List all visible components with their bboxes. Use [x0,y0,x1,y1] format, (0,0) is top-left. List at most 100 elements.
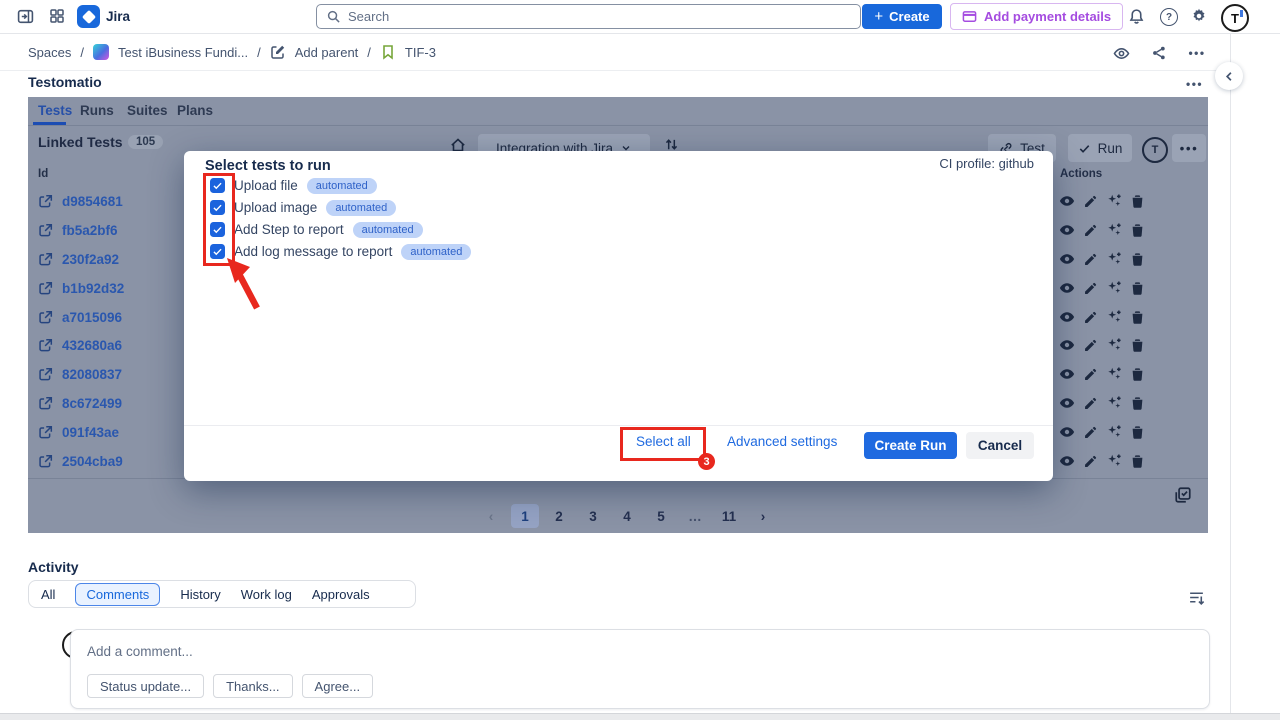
comment-box[interactable]: Add a comment... Status update... Thanks… [70,629,1210,709]
breadcrumb-spaces[interactable]: Spaces [28,45,71,60]
edit-pencil-icon[interactable] [1083,281,1098,296]
table-row[interactable]: a7015096 [38,310,122,325]
ai-sparkles-icon[interactable] [1106,193,1122,209]
page-more-icon[interactable]: ••• [1184,41,1210,65]
delete-trash-icon[interactable] [1130,310,1145,325]
add-payment-details-button[interactable]: Add payment details [950,3,1123,30]
search-input[interactable]: Search [316,4,861,29]
tab-tests[interactable]: Tests [38,103,72,118]
view-eye-icon[interactable] [1059,251,1075,267]
quick-reply-agree[interactable]: Agree... [302,674,374,698]
breadcrumb-add-parent[interactable]: Add parent [295,45,359,60]
tab-plans[interactable]: Plans [177,103,213,118]
table-row[interactable]: d9854681 [38,194,123,209]
view-eye-icon[interactable] [1059,424,1075,440]
table-row[interactable]: 091f43ae [38,425,119,440]
breadcrumb-issue[interactable]: TIF-3 [405,45,436,60]
cancel-button[interactable]: Cancel [966,432,1034,459]
view-eye-icon[interactable] [1059,193,1075,209]
pagination-prev-icon[interactable]: ‹ [477,504,505,528]
table-row[interactable]: 2504cba9 [38,454,123,469]
quick-reply-status-update[interactable]: Status update... [87,674,204,698]
view-eye-icon[interactable] [1059,366,1075,382]
table-row[interactable]: fb5a2bf6 [38,223,118,238]
ai-sparkles-icon[interactable] [1106,280,1122,296]
view-eye-icon[interactable] [1059,222,1075,238]
delete-trash-icon[interactable] [1130,223,1145,238]
tab-runs[interactable]: Runs [80,103,114,118]
edit-pencil-icon[interactable] [1083,425,1098,440]
run-button[interactable]: Run [1068,134,1132,162]
sort-icon[interactable] [664,137,679,152]
edit-pencil-icon[interactable] [1083,252,1098,267]
pagination-page-11[interactable]: 11 [715,504,743,528]
pagination-page-5[interactable]: 5 [647,504,675,528]
view-eye-icon[interactable] [1059,453,1075,469]
breadcrumb-project[interactable]: Test iBusiness Fundi... [118,45,248,60]
create-button[interactable]: + Create [862,4,942,29]
edit-pencil-icon[interactable] [1083,367,1098,382]
ai-sparkles-icon[interactable] [1106,337,1122,353]
pagination-page-3[interactable]: 3 [579,504,607,528]
ai-sparkles-icon[interactable] [1106,453,1122,469]
activity-tab-all[interactable]: All [41,587,55,602]
delete-trash-icon[interactable] [1130,367,1145,382]
edit-pencil-icon[interactable] [1083,396,1098,411]
ai-sparkles-icon[interactable] [1106,251,1122,267]
activity-tab-comments[interactable]: Comments [75,583,160,606]
collapse-right-panel-button[interactable] [1215,62,1243,90]
select-all-link[interactable]: Select all [636,434,691,449]
watch-eye-icon[interactable] [1108,41,1134,65]
table-row[interactable]: 230f2a92 [38,252,119,267]
testomat-logo-icon[interactable]: T [1142,137,1168,163]
activity-tab-approvals[interactable]: Approvals [312,587,370,602]
advanced-settings-link[interactable]: Advanced settings [727,434,837,449]
activity-tab-worklog[interactable]: Work log [241,587,292,602]
settings-gear-icon[interactable] [1191,8,1207,24]
help-icon[interactable]: ? [1160,8,1178,26]
delete-trash-icon[interactable] [1130,281,1145,296]
app-switcher-icon[interactable] [49,8,65,24]
jira-logo[interactable] [77,5,100,28]
panel-more-icon[interactable]: ••• [1172,134,1206,162]
activity-sort-icon[interactable] [1188,589,1205,606]
delete-trash-icon[interactable] [1130,396,1145,411]
delete-trash-icon[interactable] [1130,252,1145,267]
table-row[interactable]: 432680a6 [38,338,122,353]
ai-sparkles-icon[interactable] [1106,222,1122,238]
ai-sparkles-icon[interactable] [1106,309,1122,325]
edit-pencil-icon[interactable] [1083,310,1098,325]
user-avatar[interactable]: T [1221,4,1249,32]
ai-sparkles-icon[interactable] [1106,424,1122,440]
tab-suites[interactable]: Suites [127,103,168,118]
edit-pencil-icon[interactable] [1083,223,1098,238]
sidebar-toggle-icon[interactable] [17,8,34,25]
table-row[interactable]: 8c672499 [38,396,122,411]
pagination-page-1[interactable]: 1 [511,504,539,528]
view-eye-icon[interactable] [1059,337,1075,353]
pagination-page-4[interactable]: 4 [613,504,641,528]
delete-trash-icon[interactable] [1130,338,1145,353]
ai-sparkles-icon[interactable] [1106,366,1122,382]
create-run-button[interactable]: Create Run [864,432,957,459]
pagination-page-2[interactable]: 2 [545,504,573,528]
pagination-next-icon[interactable]: › [749,504,777,528]
view-eye-icon[interactable] [1059,309,1075,325]
delete-trash-icon[interactable] [1130,425,1145,440]
table-row[interactable]: b1b92d32 [38,281,124,296]
edit-pencil-icon[interactable] [1083,454,1098,469]
view-eye-icon[interactable] [1059,280,1075,296]
delete-trash-icon[interactable] [1130,194,1145,209]
select-all-rows-icon[interactable] [1174,486,1192,504]
notifications-bell-icon[interactable] [1128,8,1145,25]
delete-trash-icon[interactable] [1130,454,1145,469]
view-eye-icon[interactable] [1059,395,1075,411]
testomatio-more-icon[interactable]: ••• [1186,77,1203,91]
edit-pencil-icon[interactable] [1083,338,1098,353]
edit-pencil-icon[interactable] [1083,194,1098,209]
share-icon[interactable] [1146,41,1172,65]
activity-tab-history[interactable]: History [180,587,220,602]
quick-reply-thanks[interactable]: Thanks... [213,674,292,698]
ai-sparkles-icon[interactable] [1106,395,1122,411]
table-row[interactable]: 82080837 [38,367,122,382]
